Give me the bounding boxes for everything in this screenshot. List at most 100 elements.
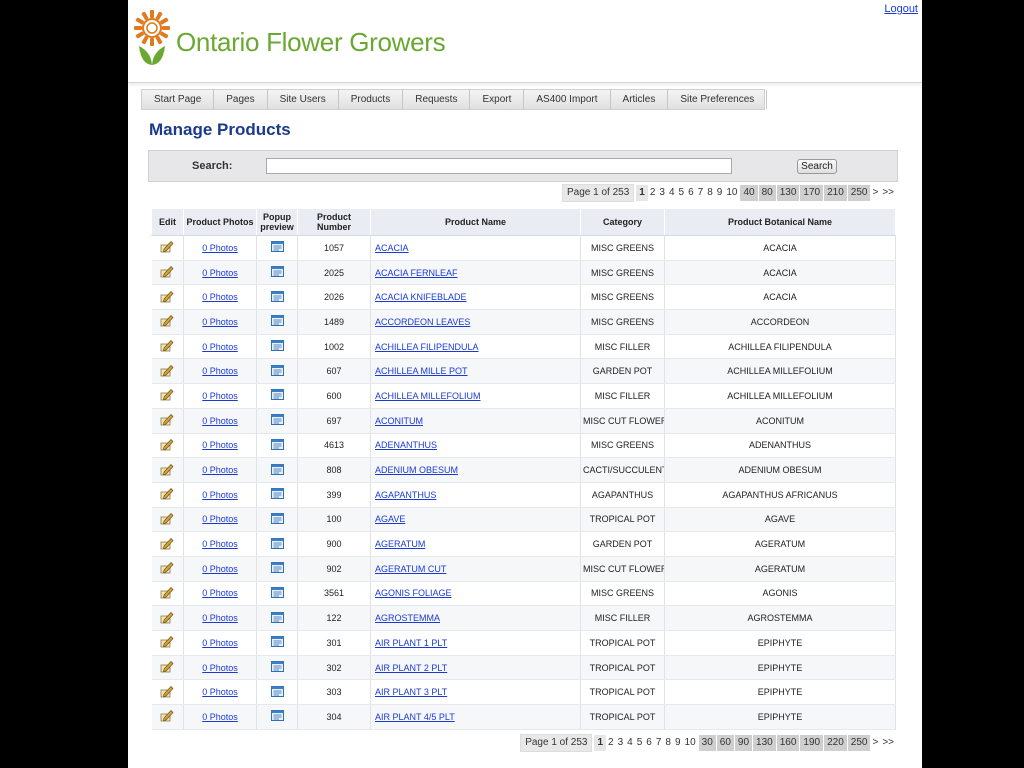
page-link[interactable]: 4: [667, 185, 677, 201]
photos-link[interactable]: 0 Photos: [202, 292, 238, 302]
page-link[interactable]: 5: [677, 185, 687, 201]
edit-pencil-icon[interactable]: [160, 265, 174, 280]
edit-pencil-icon[interactable]: [160, 512, 174, 527]
product-name-link[interactable]: AGAVE: [375, 514, 405, 524]
popup-preview-icon[interactable]: [270, 315, 284, 328]
page-link[interactable]: 90: [734, 735, 753, 751]
product-name-link[interactable]: ACACIA KNIFEBLADE: [375, 292, 467, 302]
page-link[interactable]: 8: [705, 185, 715, 201]
product-name-link[interactable]: AGROSTEMMA: [375, 613, 440, 623]
product-name-link[interactable]: AIR PLANT 2 PLT: [375, 663, 447, 673]
photos-link[interactable]: 0 Photos: [202, 514, 238, 524]
page-link[interactable]: 7: [696, 185, 706, 201]
page-link[interactable]: 2: [648, 185, 658, 201]
popup-preview-icon[interactable]: [270, 636, 284, 649]
popup-preview-icon[interactable]: [270, 562, 284, 575]
popup-preview-icon[interactable]: [270, 241, 284, 254]
photos-link[interactable]: 0 Photos: [202, 317, 238, 327]
photos-link[interactable]: 0 Photos: [202, 268, 238, 278]
edit-pencil-icon[interactable]: [160, 685, 174, 700]
edit-pencil-icon[interactable]: [160, 709, 174, 724]
popup-preview-icon[interactable]: [270, 414, 284, 427]
search-input[interactable]: [266, 158, 732, 174]
product-name-link[interactable]: AIR PLANT 1 PLT: [375, 638, 447, 648]
popup-preview-icon[interactable]: [270, 389, 284, 402]
search-button[interactable]: Search: [797, 159, 837, 174]
photos-link[interactable]: 0 Photos: [202, 539, 238, 549]
page-link[interactable]: 250: [847, 735, 871, 751]
popup-preview-icon[interactable]: [270, 266, 284, 279]
product-name-link[interactable]: ACCORDEON LEAVES: [375, 317, 470, 327]
page-link[interactable]: 60: [716, 735, 734, 751]
page-link[interactable]: 4: [625, 735, 635, 751]
photos-link[interactable]: 0 Photos: [202, 613, 238, 623]
page-link[interactable]: 80: [758, 185, 776, 201]
page-link[interactable]: 30: [698, 735, 716, 751]
nav-tab-start-page[interactable]: Start Page: [142, 90, 215, 109]
edit-pencil-icon[interactable]: [160, 586, 174, 601]
edit-pencil-icon[interactable]: [160, 463, 174, 478]
product-name-link[interactable]: AGERATUM CUT: [375, 564, 446, 574]
product-name-link[interactable]: ADENANTHUS: [375, 440, 437, 450]
popup-preview-icon[interactable]: [270, 364, 284, 378]
page-link[interactable]: 7: [654, 735, 664, 751]
page-link[interactable]: 9: [673, 735, 683, 751]
product-name-link[interactable]: AGONIS FOLIAGE: [375, 588, 452, 598]
edit-pencil-icon[interactable]: [160, 487, 174, 502]
popup-preview-icon[interactable]: [270, 438, 284, 452]
popup-preview-icon[interactable]: [270, 463, 284, 477]
photos-link[interactable]: 0 Photos: [202, 342, 238, 352]
photos-link[interactable]: 0 Photos: [202, 243, 238, 253]
edit-pencil-icon[interactable]: [160, 635, 174, 650]
product-name-link[interactable]: AGAPANTHUS: [375, 490, 436, 500]
page-link[interactable]: 170: [800, 185, 824, 201]
popup-preview-icon[interactable]: [270, 290, 284, 304]
popup-preview-icon[interactable]: [270, 710, 284, 723]
page-link[interactable]: 9: [715, 185, 725, 201]
photos-link[interactable]: 0 Photos: [202, 564, 238, 574]
edit-pencil-icon[interactable]: [160, 240, 174, 255]
page-link[interactable]: 130: [776, 185, 800, 201]
page-link[interactable]: 130: [753, 735, 776, 751]
page-link[interactable]: 220: [824, 735, 847, 751]
edit-pencil-icon[interactable]: [160, 413, 174, 428]
page-link[interactable]: 210: [824, 185, 847, 201]
page-link[interactable]: 8: [663, 735, 673, 751]
page-link[interactable]: 3: [616, 735, 626, 751]
product-name-link[interactable]: ACHILLEA MILLE POT: [375, 366, 468, 376]
page-link[interactable]: 6: [644, 735, 654, 751]
page-link[interactable]: 2: [606, 735, 616, 751]
popup-preview-icon[interactable]: [270, 661, 284, 674]
edit-pencil-icon[interactable]: [160, 660, 174, 675]
page-link[interactable]: 250: [847, 185, 871, 201]
product-name-link[interactable]: AGERATUM: [375, 539, 425, 549]
photos-link[interactable]: 0 Photos: [202, 687, 238, 697]
product-name-link[interactable]: ACHILLEA FILIPENDULA: [375, 342, 479, 352]
product-name-link[interactable]: AIR PLANT 3 PLT: [375, 687, 447, 697]
nav-tab-site-users[interactable]: Site Users: [268, 90, 339, 109]
nav-tab-site-preferences[interactable]: Site Preferences: [668, 90, 768, 109]
photos-link[interactable]: 0 Photos: [202, 490, 238, 500]
next-page-link[interactable]: >: [870, 185, 880, 201]
product-name-link[interactable]: ACHILLEA MILLEFOLIUM: [375, 391, 481, 401]
edit-pencil-icon[interactable]: [160, 561, 174, 576]
logout-link[interactable]: Logout: [884, 3, 918, 15]
page-link[interactable]: 10: [724, 185, 739, 201]
edit-pencil-icon[interactable]: [160, 537, 174, 552]
product-name-link[interactable]: ACONITUM: [375, 416, 423, 426]
nav-tab-requests[interactable]: Requests: [403, 90, 471, 109]
photos-link[interactable]: 0 Photos: [202, 638, 238, 648]
photos-link[interactable]: 0 Photos: [202, 416, 238, 426]
edit-pencil-icon[interactable]: [160, 314, 174, 329]
photos-link[interactable]: 0 Photos: [202, 663, 238, 673]
edit-pencil-icon[interactable]: [160, 438, 174, 453]
photos-link[interactable]: 0 Photos: [202, 391, 238, 401]
popup-preview-icon[interactable]: [270, 488, 284, 501]
photos-link[interactable]: 0 Photos: [202, 588, 238, 598]
nav-tab-products[interactable]: Products: [339, 90, 404, 109]
page-link[interactable]: 5: [635, 735, 645, 751]
popup-preview-icon[interactable]: [270, 340, 284, 353]
nav-tab-as400-import[interactable]: AS400 Import: [524, 90, 611, 109]
edit-pencil-icon[interactable]: [160, 611, 174, 626]
nav-tab-pages[interactable]: Pages: [214, 90, 268, 109]
